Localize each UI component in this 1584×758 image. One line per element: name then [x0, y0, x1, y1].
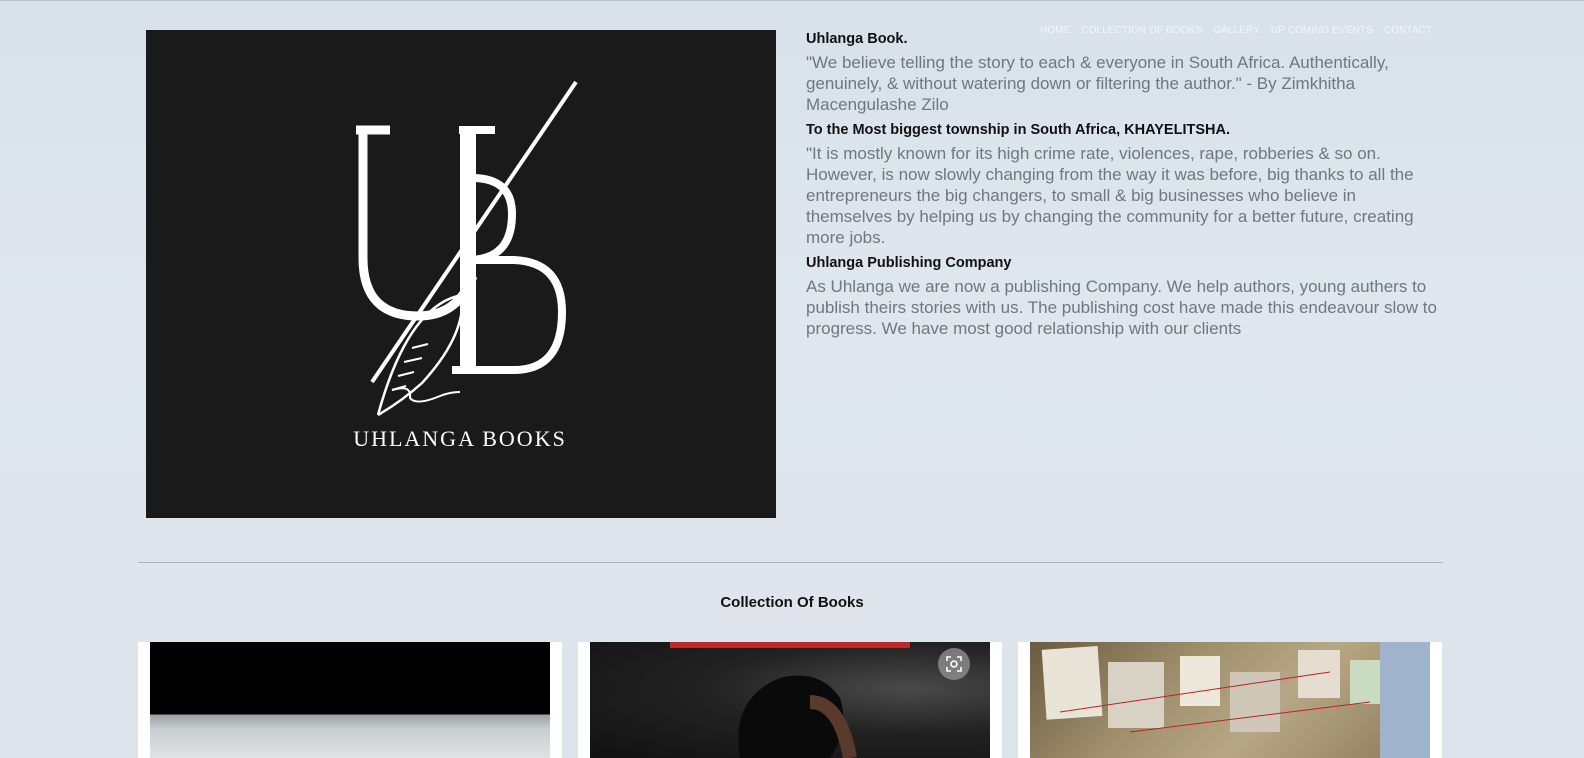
section-divider	[138, 562, 1443, 563]
top-border	[0, 0, 1584, 1]
township-heading: To the Most biggest township in South Af…	[806, 122, 1230, 138]
book-cover-image[interactable]	[150, 642, 550, 758]
township-text: "It is mostly known for its high crime r…	[806, 144, 1414, 247]
about-title: Uhlanga Book.	[806, 31, 908, 47]
cover-art	[1041, 642, 1430, 758]
book-cover-image[interactable]	[590, 642, 990, 758]
about-quote: "We believe telling the story to each & …	[806, 53, 1389, 114]
book-card[interactable]	[138, 642, 562, 758]
collection-title: Collection Of Books	[720, 594, 864, 611]
uhlanga-books-logo: UHLANGA BOOKS	[353, 80, 578, 451]
book-card[interactable]	[578, 642, 1002, 758]
brand-logo-panel: UHLANGA BOOKS	[146, 30, 776, 518]
book-card[interactable]	[1018, 642, 1442, 758]
publishing-heading: Uhlanga Publishing Company	[806, 255, 1012, 271]
visual-search-button[interactable]	[938, 648, 970, 680]
lens-icon	[946, 656, 962, 672]
book-cover-image[interactable]	[1030, 642, 1430, 758]
cover-art	[670, 642, 910, 758]
logo-wordmark: UHLANGA BOOKS	[353, 426, 567, 451]
about-content: Uhlanga Book. "We believe telling the st…	[806, 30, 1442, 345]
publishing-text: As Uhlanga we are now a publishing Compa…	[806, 277, 1437, 338]
